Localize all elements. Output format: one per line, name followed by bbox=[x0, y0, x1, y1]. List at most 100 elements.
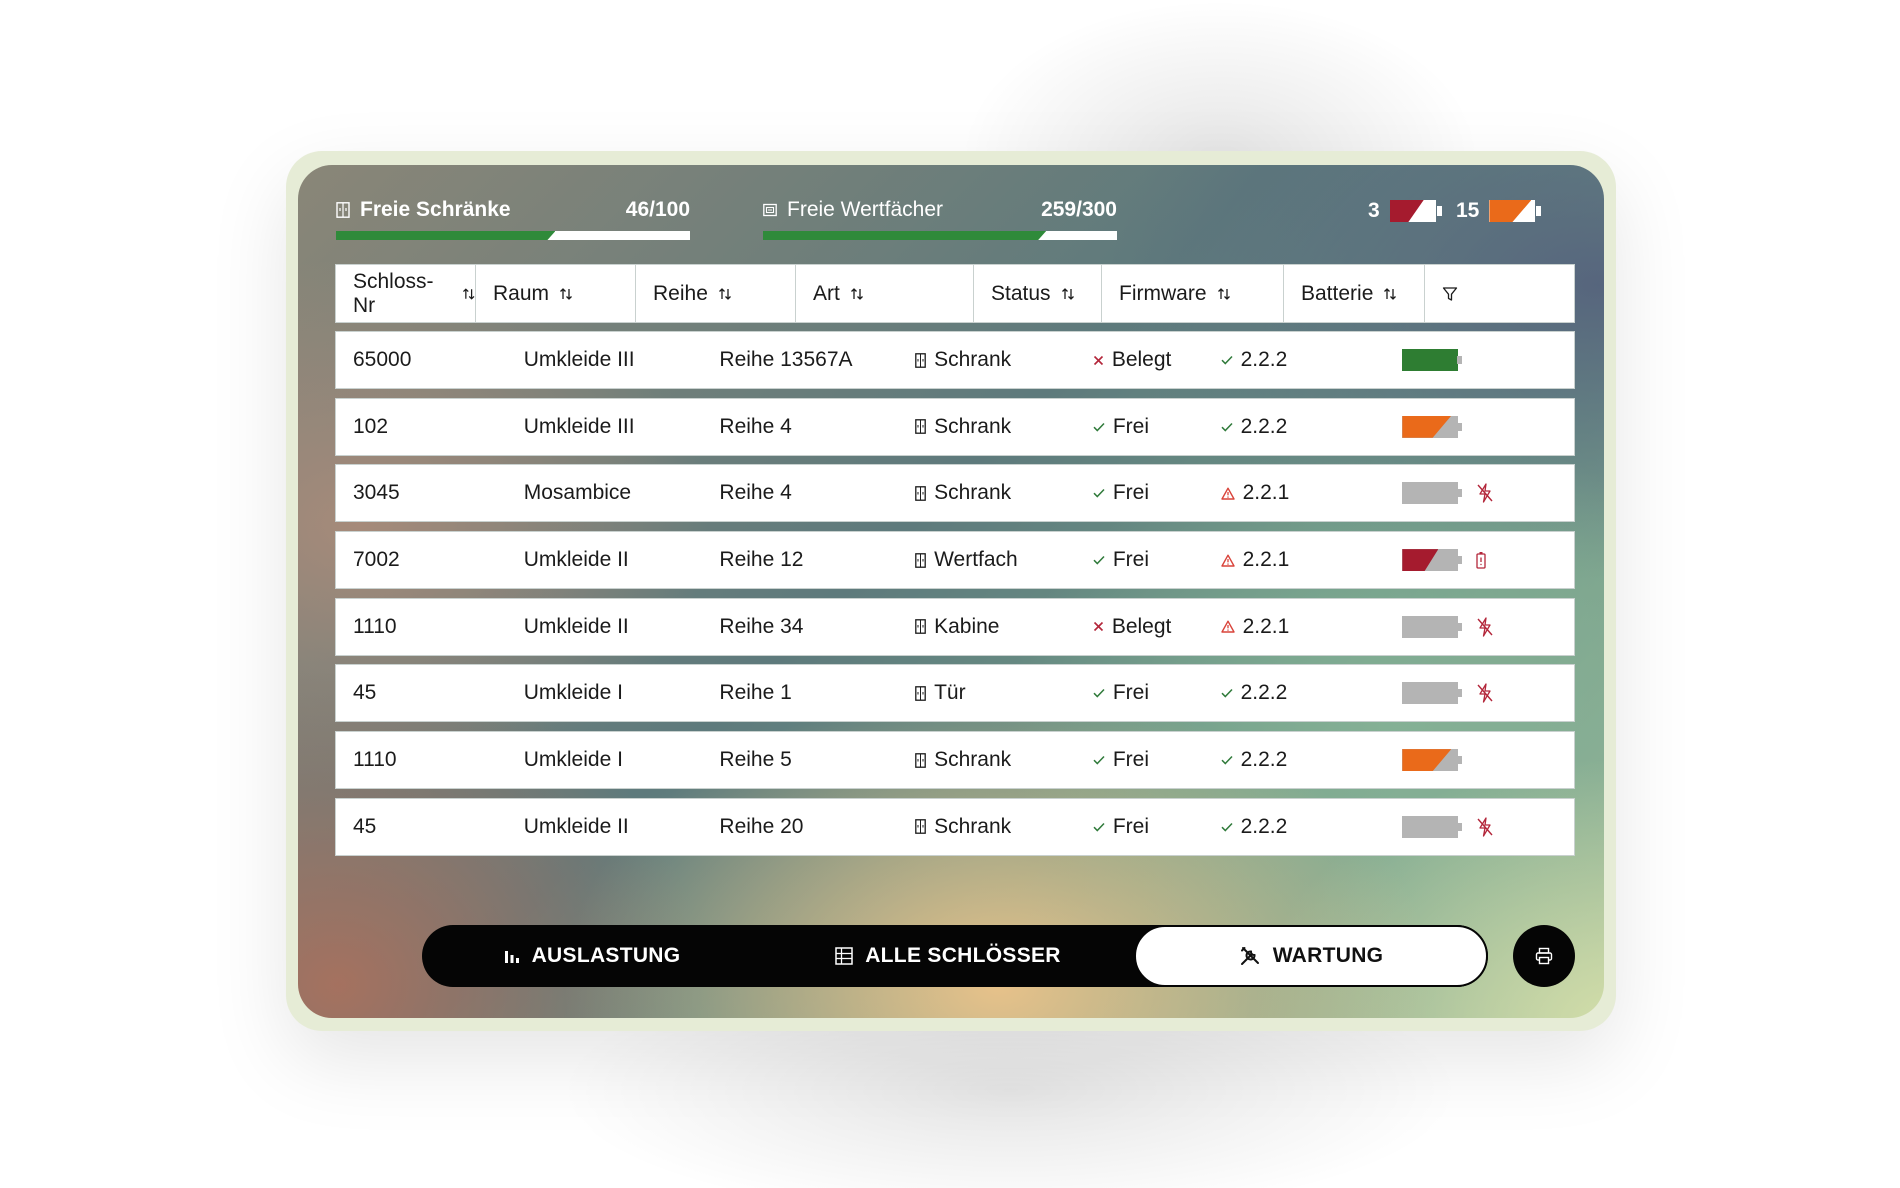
cell-firmware: 2.2.2 bbox=[1204, 399, 1386, 455]
cell-firmware-label: 2.2.1 bbox=[1242, 481, 1290, 505]
cell-raum: Umkleide I bbox=[523, 681, 623, 705]
cell-status: Frei bbox=[1076, 665, 1204, 721]
cell-firmware-label: 2.2.1 bbox=[1242, 548, 1290, 572]
cell-batterie bbox=[1385, 732, 1574, 788]
tab-wartung[interactable]: WARTUNG bbox=[1134, 925, 1488, 987]
table-row[interactable]: 45 Umkleide II Reihe 20 Schrank Frei 2.2.2 bbox=[335, 797, 1575, 856]
locker-icon bbox=[915, 752, 926, 768]
column-header-label: Raum bbox=[493, 281, 550, 305]
cell-art-label: Schrank bbox=[934, 481, 1012, 505]
cell-art: Schrank bbox=[898, 465, 1076, 521]
table-row[interactable]: 1110 Umkleide I Reihe 5 Schrank Frei 2.2.2 bbox=[335, 731, 1575, 790]
battery-icon bbox=[1402, 615, 1463, 638]
stat-free-valuables-count: 259/300 bbox=[1041, 198, 1117, 221]
table-row[interactable]: 3045 Mosambice Reihe 4 Schrank Frei 2.2.1 bbox=[335, 464, 1575, 523]
cell-raum: Umkleide II bbox=[523, 814, 629, 838]
warning-icon bbox=[1220, 554, 1235, 567]
table-header: Schloss-Nr Raum Reihe Art Status Firmwar… bbox=[335, 264, 1575, 323]
print-button[interactable] bbox=[1513, 925, 1575, 987]
cell-raum: Umkleide III bbox=[523, 414, 635, 438]
locker-icon bbox=[336, 202, 350, 218]
cell-art-label: Tür bbox=[934, 681, 966, 705]
tab-alle-schloesser-label: ALLE SCHLÖSSER bbox=[865, 944, 1061, 967]
cell-raum: Umkleide II bbox=[523, 614, 629, 638]
cell-reihe: Reihe 4 bbox=[719, 481, 792, 505]
battery-icon bbox=[1402, 749, 1463, 772]
safe-box-icon bbox=[763, 203, 777, 217]
tab-alle-schloesser[interactable]: ALLE SCHLÖSSER bbox=[762, 925, 1134, 987]
sort-arrows-icon bbox=[462, 287, 475, 300]
filter-button[interactable] bbox=[1425, 265, 1474, 322]
cell-art: Schrank bbox=[898, 732, 1076, 788]
stat-free-valuables-bar bbox=[763, 231, 1117, 240]
bar-chart-icon bbox=[504, 951, 519, 963]
sort-arrows-icon bbox=[1384, 287, 1397, 300]
table-row[interactable]: 102 Umkleide III Reihe 4 Schrank Frei 2.2.2 bbox=[335, 397, 1575, 456]
battery-icon bbox=[1402, 349, 1463, 371]
column-header-status[interactable]: Status bbox=[974, 265, 1102, 322]
cell-status-label: Frei bbox=[1112, 481, 1149, 505]
stat-free-lockers-count: 46/100 bbox=[625, 198, 690, 221]
cell-schloss-nr: 3045 bbox=[353, 481, 400, 505]
cell-firmware: 2.2.2 bbox=[1204, 332, 1386, 388]
sort-arrows-icon bbox=[1061, 287, 1074, 300]
warning-icon bbox=[1220, 487, 1235, 500]
table-row[interactable]: 1110 Umkleide II Reihe 34 Kabine Belegt 2.2.1 bbox=[335, 597, 1575, 656]
tab-auslastung[interactable]: AUSLASTUNG bbox=[422, 925, 762, 987]
check-icon bbox=[1221, 355, 1233, 365]
column-header-label: Status bbox=[991, 281, 1051, 305]
cell-schloss-nr: 65000 bbox=[353, 348, 412, 371]
cell-art-label: Schrank bbox=[934, 748, 1012, 772]
no-power-icon bbox=[1477, 617, 1493, 637]
cell-firmware: 2.2.1 bbox=[1204, 465, 1386, 521]
cell-status: Frei bbox=[1076, 532, 1204, 588]
cell-firmware-label: 2.2.1 bbox=[1242, 614, 1290, 638]
cell-art: Schrank bbox=[898, 799, 1076, 855]
battery-low-summary[interactable]: 15 bbox=[1456, 199, 1542, 223]
column-header-label: Reihe bbox=[653, 281, 708, 305]
check-icon bbox=[1093, 689, 1105, 699]
cell-firmware-label: 2.2.2 bbox=[1240, 681, 1288, 705]
cell-reihe: Reihe 20 bbox=[719, 814, 804, 838]
cell-reihe: Reihe 12 bbox=[719, 548, 804, 572]
cell-status-label: Belegt bbox=[1111, 348, 1172, 371]
close-icon bbox=[1093, 622, 1103, 632]
cell-status-label: Belegt bbox=[1111, 614, 1172, 638]
cell-status-label: Frei bbox=[1112, 548, 1149, 572]
tab-auslastung-label: AUSLASTUNG bbox=[531, 944, 681, 967]
cell-schloss-nr: 102 bbox=[353, 414, 389, 438]
column-header-art[interactable]: Art bbox=[796, 265, 974, 322]
cell-status-label: Frei bbox=[1112, 681, 1149, 705]
check-icon bbox=[1221, 822, 1233, 832]
table-row[interactable]: 7002 Umkleide II Reihe 12 Wertfach Frei 2.2.1 bbox=[335, 531, 1575, 590]
table-icon bbox=[835, 947, 853, 965]
cell-raum: Umkleide II bbox=[523, 548, 629, 572]
cell-status: Frei bbox=[1076, 732, 1204, 788]
cell-batterie bbox=[1385, 665, 1574, 721]
no-power-icon bbox=[1477, 817, 1493, 837]
column-header-raum[interactable]: Raum bbox=[476, 265, 636, 322]
cell-art-label: Schrank bbox=[934, 414, 1012, 438]
battery-low-count: 15 bbox=[1456, 199, 1480, 222]
locker-icon bbox=[915, 419, 926, 435]
stat-free-lockers-bar bbox=[336, 231, 690, 240]
check-icon bbox=[1093, 556, 1105, 565]
column-header-batterie[interactable]: Batterie bbox=[1284, 265, 1425, 322]
table-row[interactable]: 45 Umkleide I Reihe 1 Tür Frei 2.2.2 bbox=[335, 664, 1575, 723]
locker-icon bbox=[915, 619, 926, 635]
column-header-firmware[interactable]: Firmware bbox=[1102, 265, 1284, 322]
cell-schloss-nr: 1110 bbox=[353, 748, 397, 772]
table-body: 65000 Umkleide III Reihe 13567A Schrank Bele… bbox=[335, 331, 1575, 865]
cell-status: Frei bbox=[1076, 399, 1204, 455]
cell-firmware: 2.2.1 bbox=[1204, 532, 1386, 588]
check-icon bbox=[1221, 756, 1233, 765]
battery-icon bbox=[1402, 415, 1463, 438]
cell-batterie bbox=[1385, 532, 1574, 588]
close-icon bbox=[1093, 355, 1103, 365]
column-header-reihe[interactable]: Reihe bbox=[636, 265, 796, 322]
battery-critical-summary[interactable]: 3 bbox=[1368, 199, 1442, 223]
column-header-schloss-nr[interactable]: Schloss-Nr bbox=[336, 265, 476, 322]
no-power-icon bbox=[1477, 483, 1493, 504]
table-row[interactable]: 65000 Umkleide III Reihe 13567A Schrank Bele… bbox=[335, 331, 1575, 389]
cell-schloss-nr: 45 bbox=[353, 681, 377, 705]
